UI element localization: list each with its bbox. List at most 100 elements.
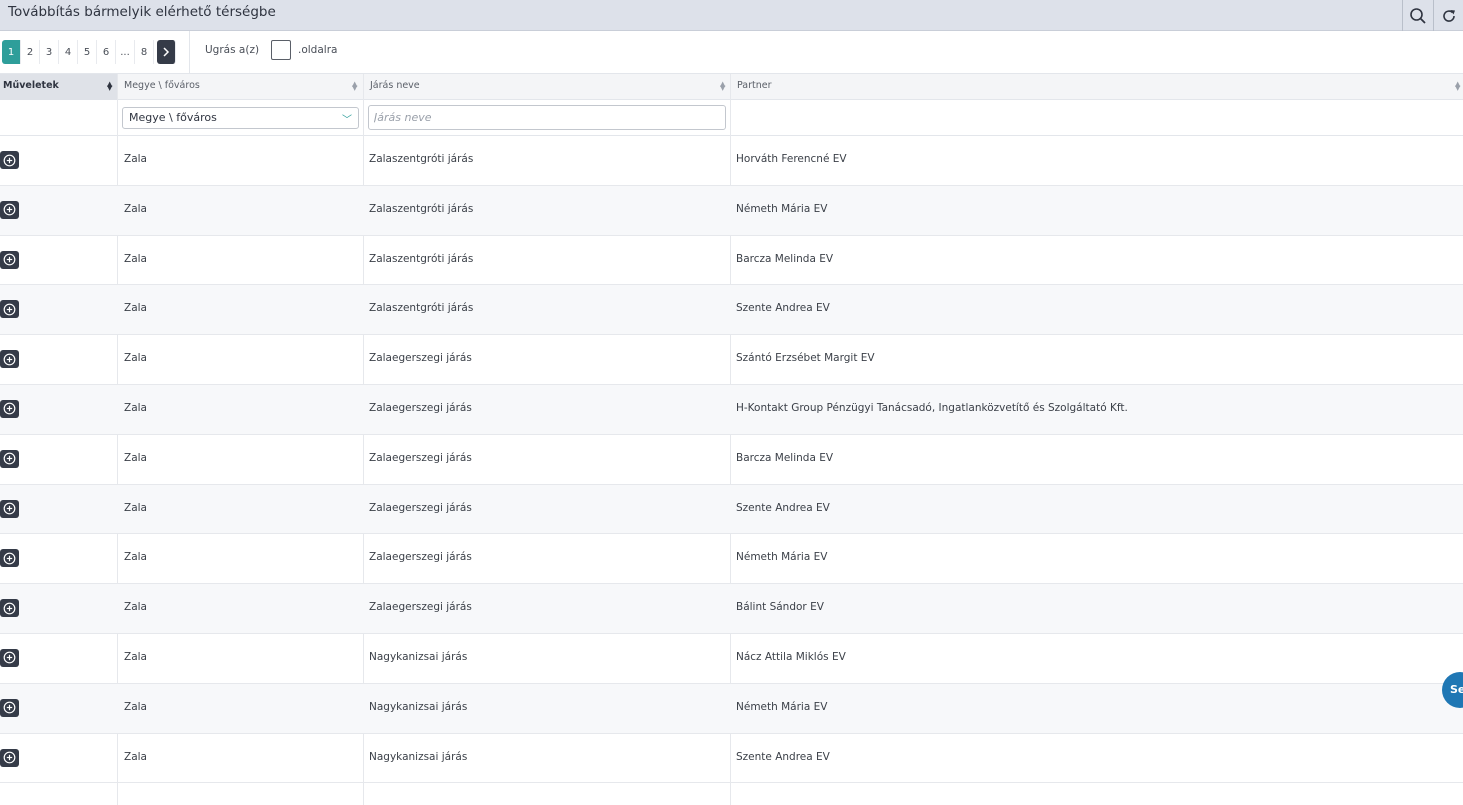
partner-cell: Barcza Melinda EV (736, 451, 834, 464)
table-row[interactable]: Zala Zalaegerszegi járás Németh Mária EV (0, 534, 1463, 585)
row-action-button[interactable] (0, 698, 19, 717)
county-cell: Zala (124, 202, 147, 215)
district-cell: Zalaegerszegi járás (369, 401, 472, 414)
district-cell: Zalaszentgróti járás (369, 302, 474, 315)
district-cell: Nagykanizsai járás (369, 750, 468, 763)
row-action-button[interactable] (0, 599, 19, 618)
table-header: Műveletek ▲ ▼ Megye \ főváros ▲ ▼ Járás ne… (0, 73, 1463, 100)
sort-icon[interactable]: ▲ ▼ (720, 81, 725, 92)
table-row[interactable]: Zala Zalaszentgróti járás Németh Mária EV (0, 185, 1463, 236)
table-row[interactable]: Zala Zalaszentgróti járás Horváth Ferencné… (0, 136, 1463, 186)
column-label: Megye \ főváros (124, 80, 200, 91)
county-cell: Zala (124, 451, 147, 464)
refresh-button[interactable] (1433, 0, 1463, 31)
table-row[interactable]: Zala Zalaegerszegi járás H-Kontakt Group P… (0, 384, 1463, 435)
table-row[interactable]: Zala Zalaszentgróti járás Szente Andrea EV (0, 285, 1463, 336)
row-action-button[interactable] (0, 350, 19, 369)
district-cell: Zalaszentgróti járás (369, 202, 474, 215)
row-action-button[interactable] (0, 200, 19, 219)
table-row[interactable]: Zala Nagykanizsai járás Szente Andrea EV (0, 734, 1463, 784)
table-row[interactable]: Zala Nagykanizsai járás Nácz Attila Miklós… (0, 634, 1463, 684)
district-cell: Zalaegerszegi járás (369, 601, 472, 614)
table-row[interactable]: Zala Zalaegerszegi járás Bálint Sándor EV (0, 584, 1463, 634)
column-header-district[interactable]: Járás neve ▲ ▼ (364, 74, 731, 100)
sort-icon[interactable]: ▲ ▼ (1455, 81, 1460, 92)
row-action-button[interactable] (0, 648, 19, 667)
county-cell: Zala (124, 501, 147, 514)
partner-cell: Bálint Sándor EV (736, 601, 824, 614)
table-row[interactable]: Zala Nagykanizsai járás Németh Mária EV (0, 683, 1463, 734)
district-cell: Nagykanizsai járás (369, 650, 468, 663)
plus-circle-icon (3, 203, 16, 216)
window-title: Továbbítás bármelyik elérhető térségbe (8, 4, 276, 20)
next-page-button[interactable] (157, 40, 176, 64)
page-button[interactable]: 3 (40, 40, 59, 64)
page-button[interactable]: 2 (21, 40, 40, 64)
filter-row: Megye \ főváros ﹀ (0, 100, 1463, 136)
row-action-button[interactable] (0, 499, 19, 518)
row-action-button[interactable] (0, 748, 19, 767)
partner-cell: Barcza Melinda EV (736, 252, 834, 265)
partner-cell: Nácz Attila Miklós EV (736, 650, 846, 663)
plus-circle-icon (3, 353, 16, 366)
table-row[interactable]: Zala Zalaszentgróti járás Barcza Melinda E… (0, 236, 1463, 286)
partner-cell: Németh Mária EV (736, 700, 828, 713)
plus-circle-icon (3, 253, 16, 266)
jump-label: Ugrás a(z) (205, 44, 260, 56)
search-button[interactable] (1402, 0, 1433, 31)
partner-cell: Horváth Ferencné EV (736, 153, 847, 165)
sort-icon[interactable]: ▲ ▼ (352, 81, 357, 92)
table-row[interactable]: Zala Zalaegerszegi járás Barcza Melinda EV (0, 435, 1463, 485)
row-action-button[interactable] (0, 449, 19, 468)
column-header-county[interactable]: Megye \ főváros ▲ ▼ (118, 74, 364, 100)
row-action-button[interactable] (0, 399, 19, 418)
jump-page-input[interactable] (271, 40, 291, 60)
plus-circle-icon (3, 701, 16, 714)
plus-circle-icon (3, 552, 16, 565)
district-filter-input[interactable] (368, 105, 726, 130)
district-cell: Zalaegerszegi járás (369, 551, 472, 564)
column-header-partner[interactable]: Partner ▲ ▼ (731, 74, 1463, 100)
county-cell: Zala (124, 302, 147, 315)
page-button[interactable]: 1 (2, 40, 21, 64)
pagination-bar: 1 2 3 4 5 6 ... 8 Ugrás a(z) .oldalra (0, 31, 1463, 73)
partner-cell: Szente Andrea EV (736, 302, 830, 315)
row-action-button[interactable] (0, 300, 19, 319)
plus-circle-icon (3, 303, 16, 316)
divider (189, 31, 190, 73)
partner-cell: Szente Andrea EV (736, 750, 830, 763)
column-header-actions[interactable]: Műveletek ▲ ▼ (0, 74, 118, 100)
page-button[interactable]: 6 (97, 40, 116, 64)
page-button[interactable]: 8 (135, 40, 154, 64)
partner-cell: Németh Mária EV (736, 202, 828, 215)
partner-cell: Szántó Erzsébet Margit EV (736, 352, 875, 365)
district-cell: Zalaszentgróti járás (369, 153, 474, 165)
page-button[interactable]: 4 (59, 40, 78, 64)
county-cell: Zala (124, 601, 147, 614)
sort-icon[interactable]: ▲ ▼ (107, 81, 112, 92)
county-cell: Zala (124, 352, 147, 365)
county-cell: Zala (124, 401, 147, 414)
county-cell: Zala (124, 551, 147, 564)
column-label: Járás neve (370, 80, 420, 91)
table-row[interactable]: Zala Zalaegerszegi járás Szántó Erzsébet M… (0, 335, 1463, 385)
plus-circle-icon (3, 452, 16, 465)
county-cell: Zala (124, 153, 147, 165)
county-filter-value: Megye \ főváros (129, 111, 217, 124)
county-cell: Zala (124, 700, 147, 713)
column-label: Műveletek (3, 80, 59, 91)
row-action-button[interactable] (0, 250, 19, 269)
plus-circle-icon (3, 403, 16, 415)
title-bar: Továbbítás bármelyik elérhető térségbe (0, 0, 1463, 31)
row-action-button[interactable] (0, 549, 19, 568)
chevron-down-icon: ﹀ (342, 115, 352, 126)
plus-circle-icon (3, 154, 16, 166)
table-row[interactable]: Zala Zalaegerszegi járás Szente Andrea EV (0, 484, 1463, 535)
partner-cell: H-Kontakt Group Pénzügyi Tanácsadó, Inga… (736, 401, 1128, 414)
refresh-icon (1443, 9, 1455, 22)
county-filter-select[interactable]: Megye \ főváros ﹀ (122, 107, 359, 129)
search-icon (1410, 7, 1426, 24)
page-button[interactable]: 5 (78, 40, 97, 64)
plus-circle-icon (3, 602, 16, 615)
row-action-button[interactable] (0, 151, 19, 169)
